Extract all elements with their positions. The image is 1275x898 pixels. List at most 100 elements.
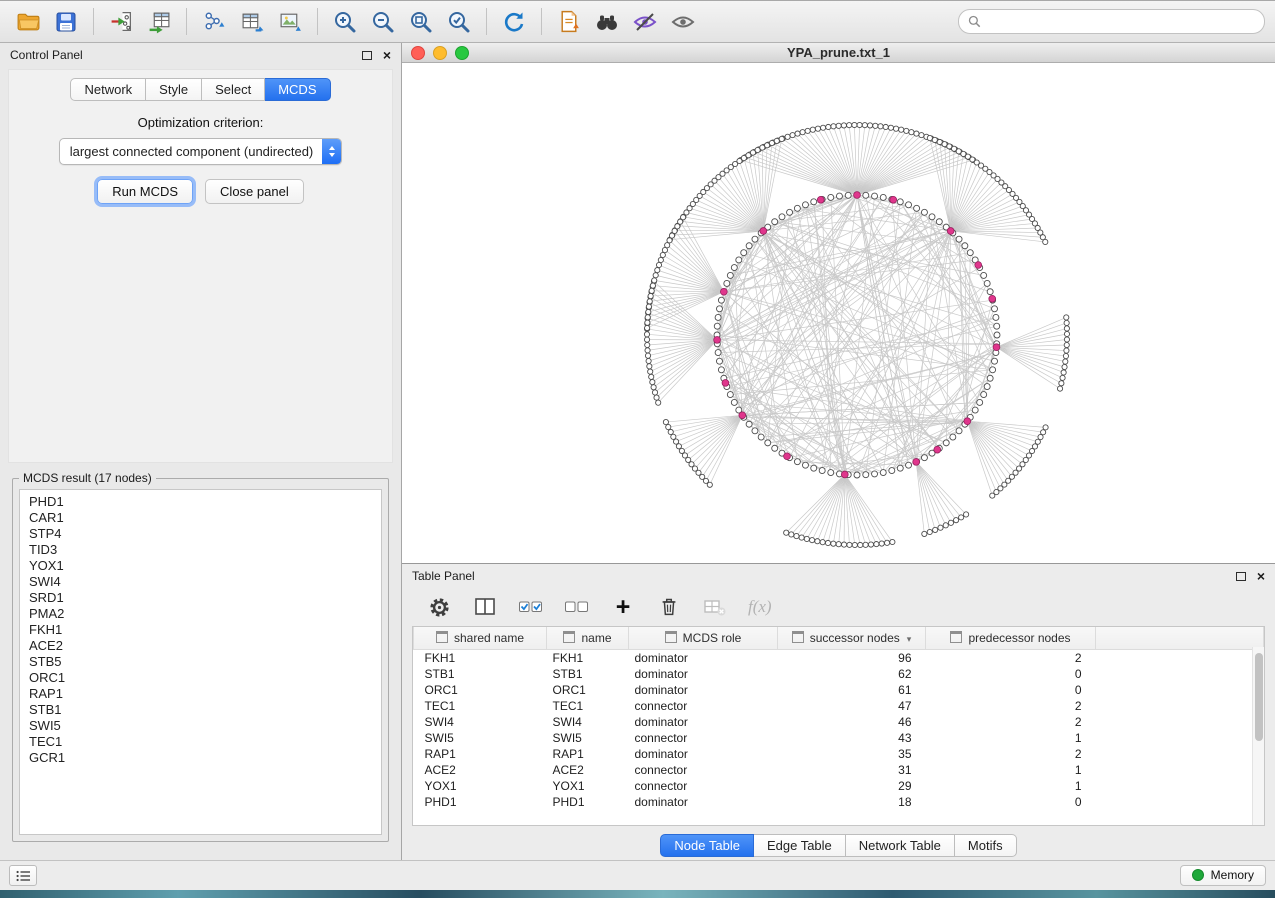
tab-network-table[interactable]: Network Table	[846, 834, 955, 857]
mcds-result-item[interactable]: SRD1	[20, 590, 381, 606]
table-scrollbar[interactable]	[1252, 647, 1264, 825]
export-network-button[interactable]	[196, 6, 232, 37]
delete-column-button[interactable]	[656, 594, 682, 620]
deselect-all-rows-button[interactable]	[564, 594, 590, 620]
mcds-result-item[interactable]: TID3	[20, 542, 381, 558]
export-document-button[interactable]	[551, 6, 587, 37]
tab-mcds[interactable]: MCDS	[265, 78, 330, 101]
table-row[interactable]: STB1STB1dominator620	[414, 666, 1264, 682]
tab-select[interactable]: Select	[202, 78, 265, 101]
panel-menu-button[interactable]	[9, 865, 37, 886]
import-network-button[interactable]	[103, 6, 139, 37]
control-panel-title: Control Panel	[10, 48, 83, 62]
cytoscape-app: Control Panel × NetworkStyleSelectMCDS O…	[0, 0, 1275, 898]
tab-edge-table[interactable]: Edge Table	[754, 834, 846, 857]
right-side: YPA_prune.txt_1 Table Panel	[402, 43, 1275, 860]
create-column-button[interactable]: +	[610, 594, 636, 620]
table-scrollbar-thumb[interactable]	[1255, 653, 1263, 741]
save-session-button[interactable]	[48, 6, 84, 37]
table-row[interactable]: SWI4SWI4dominator462	[414, 714, 1264, 730]
zoom-fit-button[interactable]	[403, 6, 439, 37]
table-row[interactable]: YOX1YOX1connector291	[414, 778, 1264, 794]
toolbar-search[interactable]	[958, 9, 1265, 34]
table-row[interactable]: ACE2ACE2connector311	[414, 762, 1264, 778]
hide-selected-button[interactable]	[627, 6, 663, 37]
run-mcds-button[interactable]: Run MCDS	[97, 179, 193, 204]
show-columns-button[interactable]	[472, 594, 498, 620]
desktop-wallpaper-strip	[0, 890, 1275, 898]
table-row[interactable]: PHD1PHD1dominator180	[414, 794, 1264, 810]
refresh-layout-button[interactable]	[496, 6, 532, 37]
memory-button[interactable]: Memory	[1180, 865, 1266, 886]
search-input[interactable]	[986, 14, 1255, 30]
zoom-out-button[interactable]	[365, 6, 401, 37]
mcds-result-item[interactable]: SWI5	[20, 718, 381, 734]
optimization-label: Optimization criterion:	[9, 115, 392, 130]
import-table-icon	[147, 9, 172, 34]
float-table-panel-icon[interactable]	[1236, 572, 1246, 581]
mcds-result-item[interactable]: ACE2	[20, 638, 381, 654]
table-row[interactable]: RAP1RAP1dominator352	[414, 746, 1264, 762]
criterion-dropdown[interactable]: largest connected component (undirected)	[59, 138, 343, 165]
network-canvas[interactable]	[402, 63, 1275, 563]
tab-network[interactable]: Network	[70, 78, 146, 101]
maximize-window-icon[interactable]	[455, 46, 469, 60]
column-header-successor-nodes[interactable]: successor nodes▾	[778, 627, 926, 650]
eye-icon	[670, 9, 696, 35]
list-menu-icon	[16, 870, 31, 882]
table-row[interactable]: ORC1ORC1dominator610	[414, 682, 1264, 698]
mcds-result-item[interactable]: FKH1	[20, 622, 381, 638]
mcds-result-item[interactable]: STB5	[20, 654, 381, 670]
column-header-shared-name[interactable]: shared name	[414, 627, 547, 650]
tab-motifs[interactable]: Motifs	[955, 834, 1017, 857]
binoculars-icon	[594, 9, 620, 35]
float-panel-icon[interactable]	[362, 51, 372, 60]
tab-node-table[interactable]: Node Table	[660, 834, 754, 857]
zoom-selected-button[interactable]	[441, 6, 477, 37]
show-all-button[interactable]	[665, 6, 701, 37]
export-image-button[interactable]	[272, 6, 308, 37]
column-header-predecessor-nodes[interactable]: predecessor nodes	[926, 627, 1096, 650]
mcds-result-item[interactable]: PHD1	[20, 494, 381, 510]
zoom-in-button[interactable]	[327, 6, 363, 37]
column-grid-icon	[436, 631, 448, 643]
table-row[interactable]: TEC1TEC1connector472	[414, 698, 1264, 714]
column-header-name[interactable]: name	[547, 627, 629, 650]
table-settings-button[interactable]	[426, 594, 452, 620]
mcds-result-item[interactable]: TEC1	[20, 734, 381, 750]
mcds-result-item[interactable]: RAP1	[20, 686, 381, 702]
close-window-icon[interactable]	[411, 46, 425, 60]
close-panel-button[interactable]: Close panel	[205, 179, 304, 204]
close-table-panel-icon[interactable]: ×	[1257, 571, 1265, 581]
trash-icon	[658, 596, 680, 618]
search-network-button[interactable]	[589, 6, 625, 37]
table-row[interactable]: SWI5SWI5connector431	[414, 730, 1264, 746]
mcds-result-item[interactable]: STP4	[20, 526, 381, 542]
mcds-result-item[interactable]: ORC1	[20, 670, 381, 686]
criterion-value: largest connected component (undirected)	[70, 144, 314, 159]
import-network-icon	[109, 9, 134, 34]
column-header-MCDS-role[interactable]: MCDS role	[629, 627, 778, 650]
select-all-rows-button[interactable]	[518, 594, 544, 620]
table-toolbar: + f(x)	[412, 588, 1265, 626]
search-icon	[968, 15, 981, 28]
delete-table-icon	[703, 595, 727, 619]
mcds-result-item[interactable]: STB1	[20, 702, 381, 718]
export-table-button[interactable]	[234, 6, 270, 37]
refresh-icon	[501, 9, 527, 35]
mcds-result-item[interactable]: SWI4	[20, 574, 381, 590]
mcds-result-item[interactable]: CAR1	[20, 510, 381, 526]
network-graph[interactable]	[402, 63, 1275, 563]
tab-style[interactable]: Style	[146, 78, 202, 101]
mcds-result-item[interactable]: PMA2	[20, 606, 381, 622]
open-file-button[interactable]	[10, 6, 46, 37]
function-builder-button[interactable]: f(x)	[748, 594, 772, 620]
minimize-window-icon[interactable]	[433, 46, 447, 60]
close-panel-icon[interactable]: ×	[383, 50, 391, 60]
delete-table-button[interactable]	[702, 594, 728, 620]
mcds-result-item[interactable]: GCR1	[20, 750, 381, 766]
table-row[interactable]: FKH1FKH1dominator962	[414, 650, 1264, 667]
mcds-result-item[interactable]: YOX1	[20, 558, 381, 574]
import-table-button[interactable]	[141, 6, 177, 37]
toolbar-separator	[186, 8, 187, 35]
